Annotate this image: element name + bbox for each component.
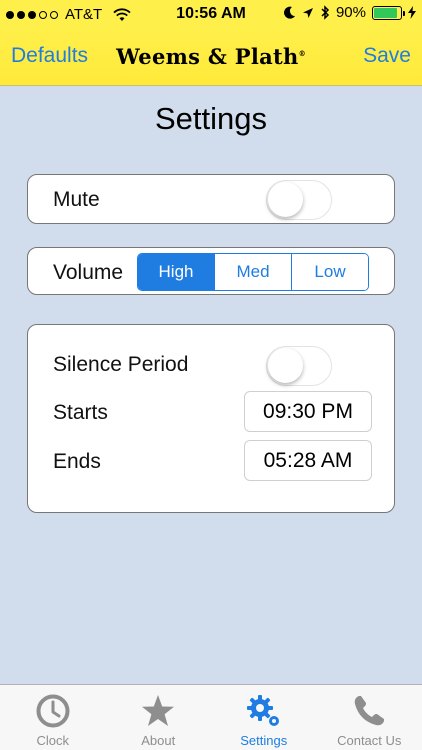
tab-about[interactable]: About <box>106 685 212 750</box>
starts-time-field[interactable]: 09:30 PM <box>244 391 372 432</box>
mute-label: Mute <box>53 188 100 211</box>
page-title: Settings <box>154 101 267 136</box>
toggle-knob <box>268 182 303 217</box>
tab-label: Contact Us <box>337 733 402 748</box>
mute-toggle[interactable] <box>266 180 332 220</box>
star-icon <box>142 695 175 726</box>
volume-option-med[interactable]: Med <box>214 254 291 290</box>
location-arrow-icon <box>302 7 313 18</box>
brand-name: Weems & Plath <box>116 44 299 69</box>
tab-label: Clock <box>36 733 69 748</box>
volume-option-high[interactable]: High <box>138 254 214 290</box>
volume-label: Volume <box>53 261 124 284</box>
bluetooth-icon <box>321 5 330 20</box>
status-bar: AT&T 10:56 AM 90% <box>0 0 422 28</box>
ends-label: Ends <box>53 450 101 473</box>
silence-period-toggle[interactable] <box>266 346 332 386</box>
phone-icon <box>354 696 385 726</box>
status-right-group: 90% <box>283 4 416 21</box>
tab-contact-us[interactable]: Contact Us <box>317 685 422 750</box>
save-button[interactable]: Save <box>363 44 411 68</box>
brand-logo: Weems & Plath® <box>0 44 422 69</box>
tab-settings[interactable]: Settings <box>211 685 317 750</box>
silence-period-card: Silence Period Starts 09:30 PM Ends 05:2… <box>27 324 395 513</box>
battery-icon <box>372 5 405 20</box>
clock-icon <box>36 694 70 728</box>
volume-segmented-control: High Med Low <box>137 253 369 291</box>
mute-card: Mute <box>27 174 395 224</box>
toggle-knob <box>268 348 303 383</box>
volume-option-low[interactable]: Low <box>291 254 368 290</box>
tab-label: About <box>141 733 176 748</box>
battery-percent: 90% <box>335 4 366 21</box>
battery-fill <box>374 7 398 18</box>
charging-bolt-icon <box>408 6 416 19</box>
ends-time-field[interactable]: 05:28 AM <box>244 440 372 481</box>
registered-mark: ® <box>298 49 306 58</box>
tab-bar: Clock About Settings Contact Us <box>0 684 422 750</box>
gear-icon <box>246 695 279 726</box>
settings-content: Settings Mute Volume High Med Low Silenc… <box>0 86 422 684</box>
moon-icon <box>283 6 295 19</box>
starts-label: Starts <box>53 401 108 424</box>
tab-clock[interactable]: Clock <box>0 685 106 750</box>
volume-card: Volume High Med Low <box>27 247 395 295</box>
tab-label: Settings <box>240 733 288 748</box>
navigation-bar: Defaults Weems & Plath® Save <box>0 28 422 86</box>
silence-period-label: Silence Period <box>53 353 189 376</box>
